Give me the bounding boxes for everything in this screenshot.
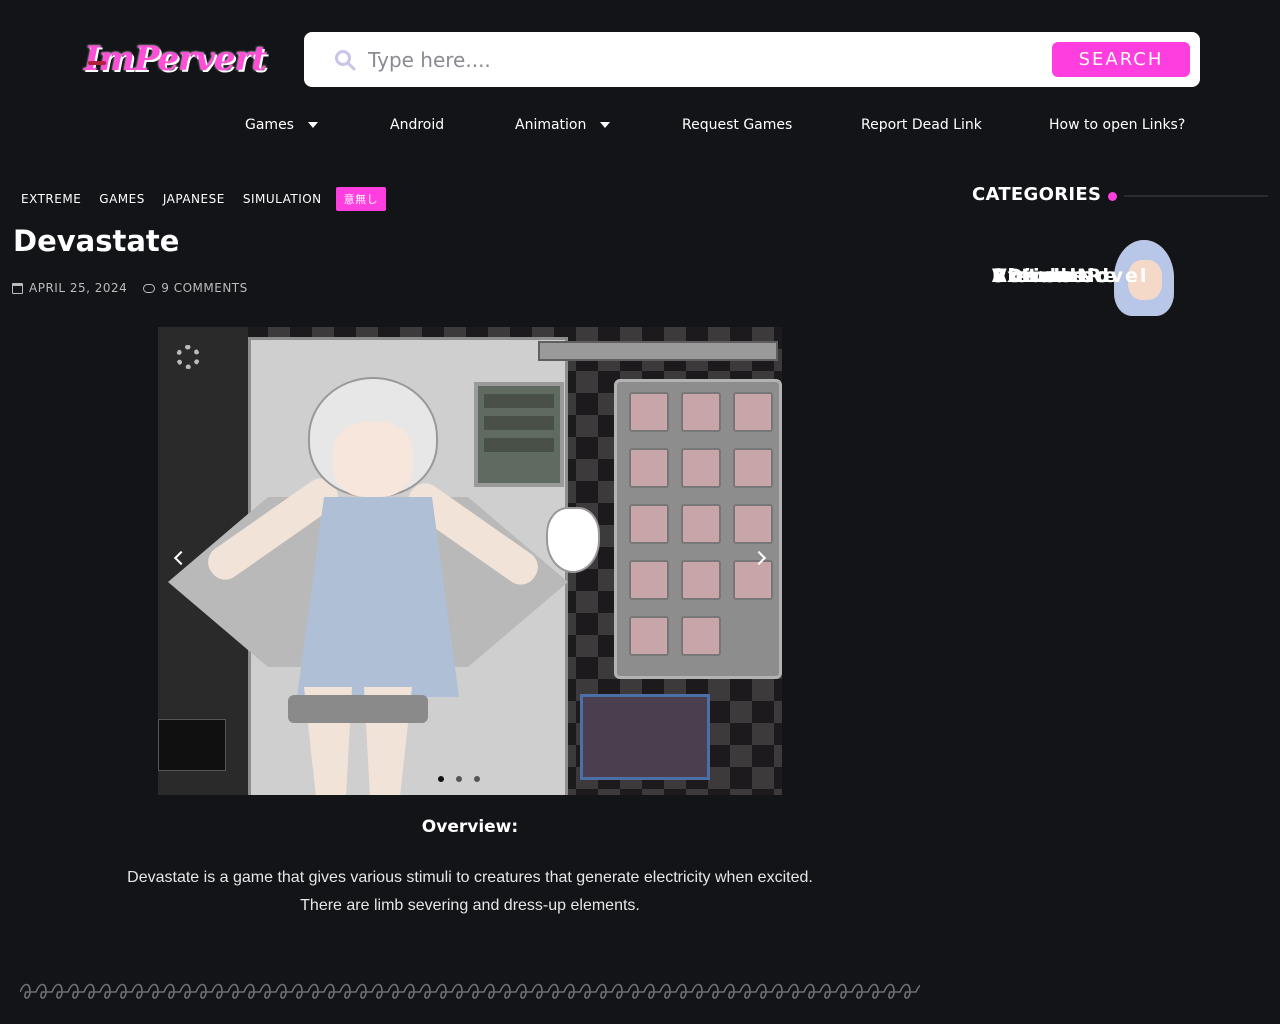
description-line: Devastate is a game that gives various s… (127, 869, 813, 886)
nav-item-android[interactable]: Android (390, 117, 444, 133)
game-tool-panel (614, 379, 782, 679)
meter-pain (484, 394, 554, 408)
search-button[interactable]: SEARCH (1052, 42, 1190, 77)
tool-slot (681, 560, 721, 600)
post-description: Devastate is a game that gives various s… (0, 864, 940, 920)
search-icon (335, 50, 356, 71)
tool-slot (733, 448, 773, 488)
tool-slot (681, 504, 721, 544)
screenshot-gallery[interactable] (158, 327, 782, 795)
game-leg-restraints (288, 695, 428, 723)
tool-slot (681, 448, 721, 488)
tag-japanese[interactable]: JAPANESE (154, 187, 234, 211)
hand-cursor-icon (546, 507, 600, 573)
tool-slot (681, 616, 721, 656)
game-status-meter (474, 382, 564, 487)
tool-slot (629, 560, 669, 600)
gallery-dot-1[interactable] (438, 776, 444, 782)
comments-icon (143, 283, 156, 293)
decorative-divider (20, 983, 920, 999)
tool-slot (629, 448, 669, 488)
main-nav: Games Android Animation Request Games Re… (0, 117, 1280, 137)
nav-item-request-games[interactable]: Request Games (682, 117, 792, 133)
tool-slot (733, 392, 773, 432)
gallery-dot-2[interactable] (456, 776, 462, 782)
tool-slot (733, 560, 773, 600)
post-comments-link[interactable]: 9 COMMENTS (143, 281, 248, 295)
post-comments-text: 9 COMMENTS (161, 281, 248, 295)
logo-text: ImPervert (84, 39, 267, 79)
post-tags: EXTREME GAMES JAPANESE SIMULATION 意無し (12, 187, 387, 211)
tag-extreme[interactable]: EXTREME (12, 187, 90, 211)
post-date: APRIL 25, 2024 (12, 281, 127, 295)
game-inventory-box (580, 694, 710, 780)
heading-accent-dot (1108, 192, 1117, 201)
nav-label: How to open Links? (1049, 117, 1186, 133)
gallery-pagination (438, 776, 480, 782)
nav-label: Games (245, 117, 294, 133)
tag-games[interactable]: GAMES (90, 187, 154, 211)
page: ImPervert SEARCH Games Android Animation… (0, 0, 1280, 1024)
meter-pleasure (484, 416, 554, 430)
description-line: There are limb severing and dress-up ele… (300, 897, 640, 914)
site-logo[interactable]: ImPervert (80, 30, 267, 88)
meter-sanity (484, 438, 554, 452)
nav-label: Animation (515, 117, 587, 133)
heading-divider (1124, 195, 1268, 197)
post-date-text: APRIL 25, 2024 (29, 281, 128, 295)
settings-gear-icon (176, 345, 200, 369)
bed-icon (158, 719, 226, 771)
categories-heading: CATEGORIES (972, 184, 1102, 205)
post-meta: APRIL 25, 2024 9 COMMENTS (12, 281, 248, 295)
tool-slot (681, 392, 721, 432)
nav-label: Request Games (682, 117, 793, 133)
nav-label: Android (390, 117, 445, 133)
tool-slot (629, 392, 669, 432)
chevron-down-icon (600, 122, 611, 128)
calendar-icon (12, 282, 23, 294)
tool-slot (629, 504, 669, 544)
game-character-face (333, 422, 413, 497)
nav-item-how-to-open-links[interactable]: How to open Links? (1049, 117, 1185, 133)
search-input[interactable] (368, 42, 1028, 78)
tool-slot (733, 504, 773, 544)
overview-heading: Overview: (421, 817, 519, 837)
chevron-down-icon (307, 122, 318, 128)
tool-slot (629, 616, 669, 656)
game-power-pipe (538, 341, 778, 361)
nav-label: Report Dead Link (861, 117, 982, 133)
search-bar: SEARCH (304, 32, 1200, 87)
post-title: Devastate (13, 224, 180, 258)
tag-uncensored[interactable]: 意無し (335, 187, 387, 211)
nav-item-animation[interactable]: Animation (515, 117, 611, 133)
gallery-dot-3[interactable] (474, 776, 480, 782)
tag-simulation[interactable]: SIMULATION (234, 187, 331, 211)
nav-item-report-dead-link[interactable]: Report Dead Link (861, 117, 982, 133)
nav-item-games[interactable]: Games (245, 117, 318, 133)
